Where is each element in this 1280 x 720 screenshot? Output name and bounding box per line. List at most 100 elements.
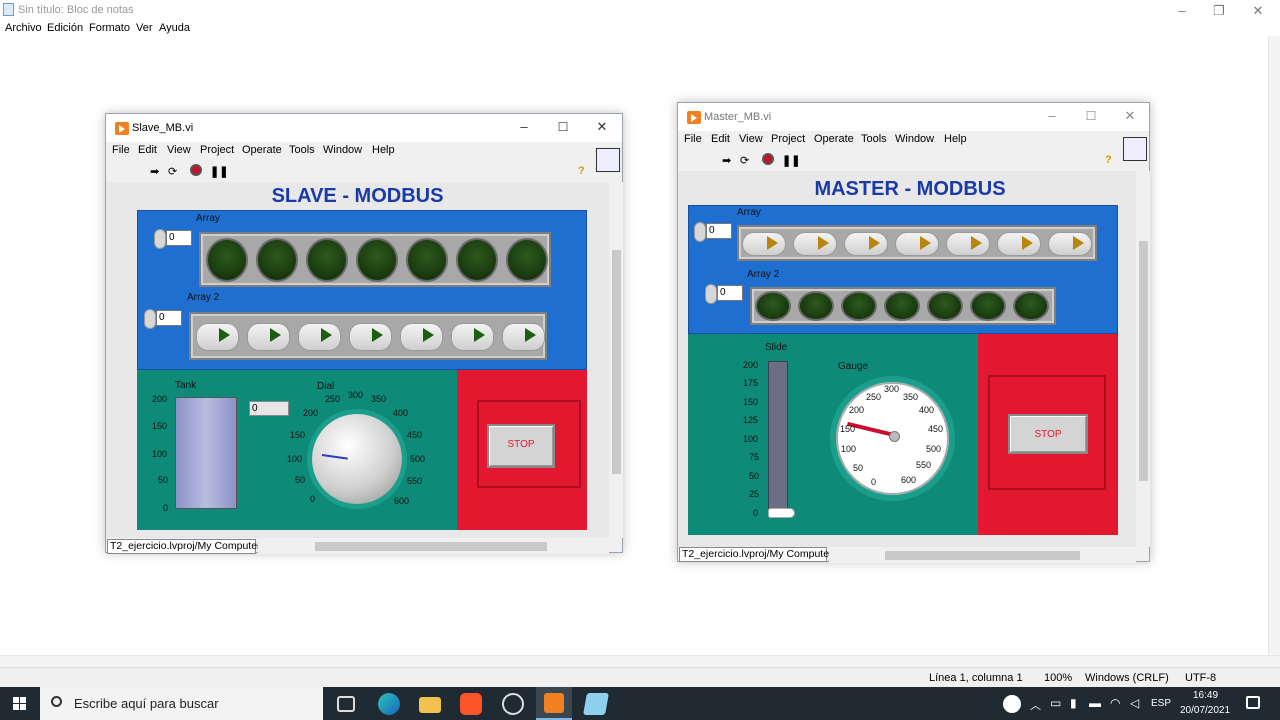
boolean-button[interactable] [895,232,939,256]
array2-index-value[interactable]: 0 [717,285,743,301]
brave-icon[interactable] [460,693,482,715]
slide-track[interactable] [768,361,788,516]
boolean-button[interactable] [742,232,786,256]
master-vertical-scrollbar[interactable] [1136,171,1150,547]
labview-taskbar-button[interactable] [536,687,572,720]
boolean-button[interactable] [196,323,239,351]
close-button[interactable]: ✕ [1121,108,1139,124]
boolean-button[interactable] [247,323,290,351]
index-spinner[interactable] [144,309,156,329]
run-continuously-icon[interactable]: ⟳ [740,154,749,167]
maximize-button[interactable]: ☐ [554,120,572,134]
boolean-button[interactable] [844,232,888,256]
boolean-button[interactable] [400,323,443,351]
microphone-icon[interactable]: ▮ [1070,696,1077,710]
boolean-button[interactable] [349,323,392,351]
minimize-button[interactable]: – [515,119,533,134]
notepad-vertical-scrollbar[interactable] [1268,36,1280,656]
menu-help[interactable]: Help [944,133,967,145]
array2-index[interactable]: 0 [705,284,743,304]
slave-horizontal-scrollbar[interactable] [258,538,609,554]
taskbar-search[interactable]: Escribe aquí para buscar [40,687,323,720]
pause-icon[interactable]: ❚❚ [782,154,800,167]
array2-index[interactable]: 0 [144,309,182,329]
menu-ver[interactable]: Ver [136,22,153,34]
array-index-value[interactable]: 0 [706,223,732,239]
task-view-icon[interactable] [337,696,355,712]
clock-date[interactable]: 20/07/2021 [1180,705,1230,716]
network-icon[interactable]: ▭ [1050,696,1061,710]
menu-archivo[interactable]: Archivo [5,22,42,34]
boolean-button[interactable] [451,323,494,351]
notepad-icon[interactable] [583,693,609,715]
scroll-thumb[interactable] [315,542,547,551]
menu-help[interactable]: Help [372,144,395,156]
master-horizontal-scrollbar[interactable] [829,547,1136,563]
battery-icon[interactable]: ▬ [1089,696,1101,710]
maximize-button[interactable]: ❐ [1209,3,1229,19]
slide-thumb[interactable] [768,508,795,518]
array-index[interactable]: 0 [694,222,732,242]
chevron-up-icon[interactable]: ︿ [1030,697,1041,713]
run-continuously-icon[interactable]: ⟳ [168,165,177,178]
index-spinner[interactable] [154,229,166,249]
minimize-button[interactable]: – [1172,3,1192,18]
array-index[interactable]: 0 [154,229,192,249]
run-arrow-icon[interactable]: ➡ [722,154,731,167]
abort-icon[interactable] [762,153,774,165]
help-icon[interactable]: ? [1105,154,1112,166]
boolean-button[interactable] [946,232,990,256]
close-button[interactable]: ✕ [593,119,611,135]
stop-button[interactable]: STOP [487,424,555,468]
wifi-icon[interactable]: ◠ [1110,696,1120,710]
boolean-button[interactable] [502,323,545,351]
menu-project[interactable]: Project [200,144,234,156]
scroll-thumb[interactable] [1139,241,1148,481]
help-icon[interactable]: ? [578,165,585,177]
notifications-icon[interactable] [1246,696,1260,709]
scroll-thumb[interactable] [612,250,621,474]
close-button[interactable]: ✕ [1248,3,1268,19]
menu-view[interactable]: View [167,144,191,156]
obs-icon[interactable] [502,693,524,715]
start-button[interactable] [0,687,40,720]
menu-tools[interactable]: Tools [289,144,315,156]
pause-icon[interactable]: ❚❚ [210,165,228,178]
index-spinner[interactable] [694,222,706,242]
menu-edit[interactable]: Edit [138,144,157,156]
scroll-thumb[interactable] [885,551,1080,560]
maximize-button[interactable]: ☐ [1082,109,1100,123]
menu-file[interactable]: File [684,133,702,145]
boolean-button[interactable] [298,323,341,351]
menu-window[interactable]: Window [895,133,934,145]
dial-knob[interactable] [312,414,402,504]
slave-vertical-scrollbar[interactable] [609,182,623,538]
help-icon[interactable] [1003,695,1021,713]
run-arrow-icon[interactable]: ➡ [150,165,159,178]
language-indicator[interactable]: ESP [1151,698,1171,709]
menu-window[interactable]: Window [323,144,362,156]
menu-operate[interactable]: Operate [242,144,282,156]
minimize-button[interactable]: – [1043,108,1061,123]
menu-view[interactable]: View [739,133,763,145]
menu-ayuda[interactable]: Ayuda [159,22,190,34]
menu-file[interactable]: File [112,144,130,156]
volume-icon[interactable]: ◁ [1130,696,1139,710]
menu-formato[interactable]: Formato [89,22,130,34]
menu-edit[interactable]: Edit [711,133,730,145]
boolean-button[interactable] [793,232,837,256]
file-explorer-icon[interactable] [419,697,441,713]
menu-edicion[interactable]: Edición [47,22,83,34]
boolean-button[interactable] [997,232,1041,256]
menu-project[interactable]: Project [771,133,805,145]
array2-index-value[interactable]: 0 [156,310,182,326]
notepad-horizontal-scrollbar[interactable] [0,655,1280,667]
clock-time[interactable]: 16:49 [1193,690,1218,701]
menu-operate[interactable]: Operate [814,133,854,145]
edge-icon[interactable] [378,693,400,715]
boolean-button[interactable] [1048,232,1092,256]
abort-icon[interactable] [190,164,202,176]
stop-button[interactable]: STOP [1008,414,1088,454]
array-index-value[interactable]: 0 [166,230,192,246]
menu-tools[interactable]: Tools [861,133,887,145]
